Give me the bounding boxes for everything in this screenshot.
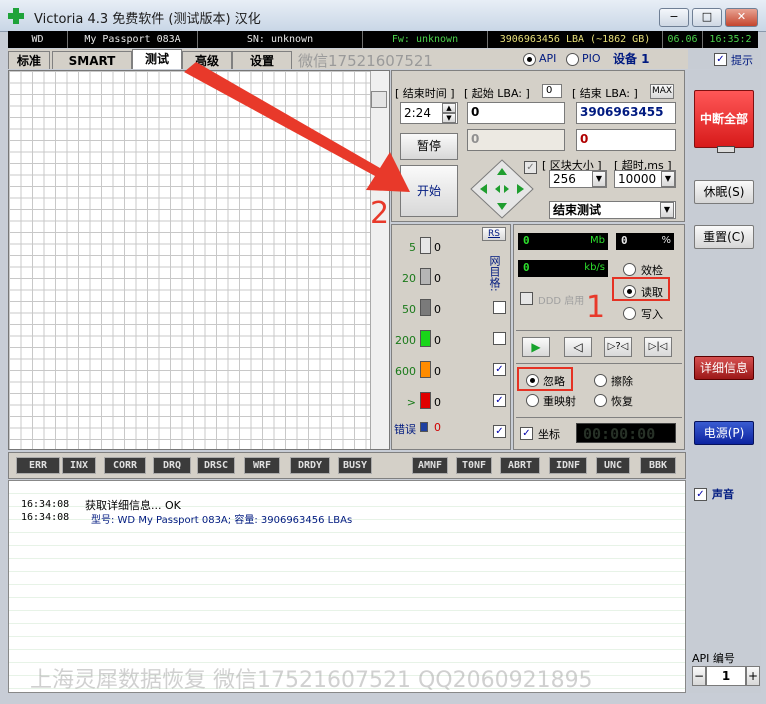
read-highlight-box xyxy=(612,277,670,301)
annotation-2: 2 xyxy=(370,196,390,231)
annotation-arrow xyxy=(184,62,410,192)
ignore-highlight-box xyxy=(517,367,573,391)
annotation-1: 1 xyxy=(586,290,606,325)
